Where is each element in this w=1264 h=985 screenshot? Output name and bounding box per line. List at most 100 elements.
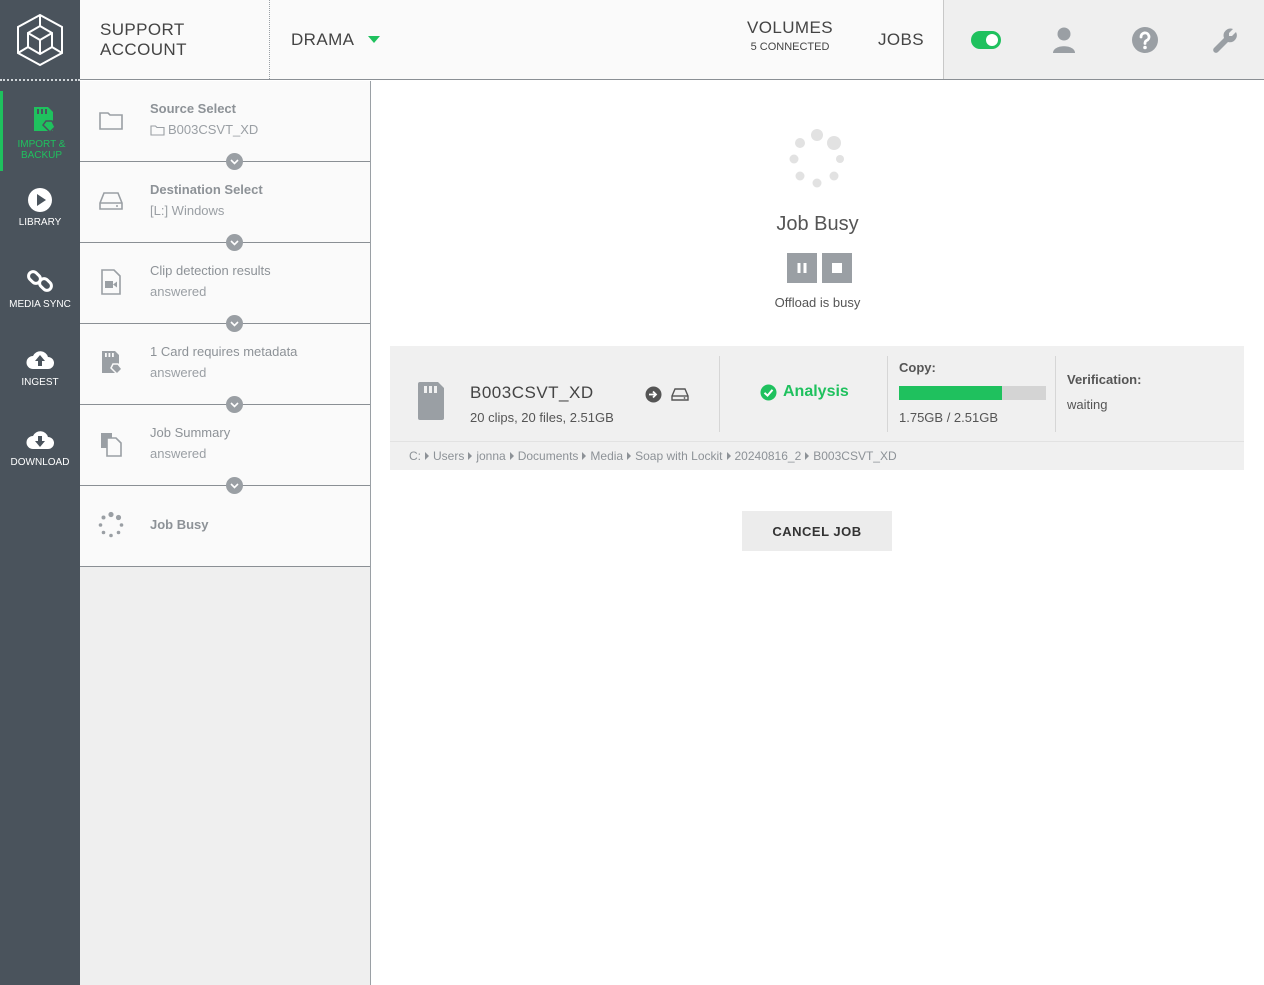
summary-icon — [96, 429, 126, 459]
source-name: B003CSVT_XD — [168, 122, 259, 137]
project-name: DRAMA — [291, 29, 355, 49]
chevron-right-icon — [726, 452, 731, 460]
step-subtitle: [L:] Windows — [150, 203, 225, 218]
step-title: Clip detection results — [150, 263, 271, 278]
copy-size: 1.75GB / 2.51GB — [899, 410, 999, 425]
step-source-select[interactable]: Source Select B003CSVT_XD — [80, 81, 370, 170]
cloud-download-icon — [26, 431, 54, 449]
verification-label: Verification: — [1067, 372, 1142, 387]
chevron-down-icon — [226, 153, 243, 170]
copy-progress-fill — [899, 386, 1002, 400]
project-dropdown[interactable]: DRAMA — [291, 0, 381, 79]
logo-divider — [0, 79, 80, 81]
column-divider — [719, 356, 720, 432]
folder-small-icon — [150, 124, 165, 136]
nav-label: INGEST — [21, 377, 59, 388]
chevron-right-icon — [509, 452, 514, 460]
nav-label: LIBRARY — [18, 217, 62, 228]
nav-media-sync[interactable]: MEDIA SYNC — [0, 253, 80, 333]
top-actions — [943, 0, 1264, 79]
breadcrumb-item[interactable]: Users — [433, 449, 464, 463]
step-destination-select[interactable]: Destination Select [L:] Windows — [80, 162, 370, 251]
step-subtitle: B003CSVT_XD — [150, 122, 258, 137]
sd-card-icon — [418, 382, 444, 420]
nav-import-backup[interactable]: IMPORT & BACKUP — [0, 91, 80, 171]
drive-icon — [96, 186, 126, 216]
sd-card-icon — [33, 107, 56, 134]
job-status-message: Offload is busy — [774, 295, 861, 310]
folder-icon — [96, 105, 126, 135]
breadcrumb-item[interactable]: C: — [409, 449, 421, 463]
toggle-icon[interactable] — [970, 24, 1002, 56]
analysis-label: Analysis — [783, 383, 849, 400]
step-card-metadata[interactable]: 1 Card requires metadata answered — [80, 324, 370, 413]
job-status-title: Job Busy — [776, 213, 859, 235]
arrow-right-circle-icon[interactable] — [645, 386, 662, 403]
copy-progress-bar — [899, 386, 1046, 400]
stop-button[interactable] — [822, 253, 852, 283]
play-icon — [28, 188, 52, 212]
column-divider — [887, 356, 888, 432]
step-clip-detection[interactable]: Clip detection results answered — [80, 243, 370, 332]
step-job-busy[interactable]: Job Busy — [80, 486, 370, 567]
step-subtitle: answered — [150, 365, 207, 380]
card-meta: 20 clips, 20 files, 2.51GB — [470, 410, 614, 425]
top-bar: SUPPORT ACCOUNT DRAMA VOLUMES 5 CONNECTE… — [80, 0, 1264, 80]
account-menu[interactable]: SUPPORT ACCOUNT — [80, 0, 270, 79]
chevron-down-icon — [368, 36, 381, 43]
offload-card: B003CSVT_XD 20 clips, 20 files, 2.51GB A… — [390, 346, 1244, 470]
card-tag-icon — [96, 348, 126, 378]
chevron-right-icon — [582, 452, 587, 460]
wrench-icon[interactable] — [1209, 24, 1241, 56]
step-title: Source Select — [150, 101, 236, 116]
chevron-down-icon — [226, 477, 243, 494]
sidebar: IMPORT & BACKUP LIBRARY MEDIA SYNC INGES… — [0, 0, 80, 985]
chevron-right-icon — [627, 452, 632, 460]
step-job-summary[interactable]: Job Summary answered — [80, 405, 370, 494]
cancel-job-button[interactable]: CANCEL JOB — [742, 511, 892, 551]
drive-icon[interactable] — [671, 387, 689, 402]
volumes-button[interactable]: VOLUMES 5 CONNECTED — [740, 18, 840, 53]
nav-label: MEDIA SYNC — [9, 299, 71, 310]
column-divider — [1055, 356, 1056, 432]
user-icon[interactable] — [1048, 24, 1080, 56]
breadcrumb-item[interactable]: 20240816_2 — [735, 449, 802, 463]
app-logo[interactable] — [0, 0, 80, 80]
nav-label: DOWNLOAD — [10, 457, 70, 468]
check-circle-icon — [760, 384, 777, 400]
step-subtitle: answered — [150, 284, 207, 299]
pause-button[interactable] — [787, 253, 817, 283]
cloud-upload-icon — [26, 351, 54, 369]
step-title: 1 Card requires metadata — [150, 344, 298, 359]
breadcrumb-item[interactable]: Documents — [518, 449, 579, 463]
volumes-count: 5 CONNECTED — [750, 41, 830, 53]
link-icon — [27, 270, 53, 292]
stop-icon — [832, 263, 842, 273]
jobs-button[interactable]: JOBS — [878, 0, 924, 79]
breadcrumb-item[interactable]: Media — [590, 449, 623, 463]
volumes-label: VOLUMES — [747, 18, 833, 37]
chevron-right-icon — [468, 452, 473, 460]
video-file-icon — [96, 267, 126, 297]
step-title: Destination Select — [150, 182, 263, 197]
workflow-steps: Source Select B003CSVT_XD Destination Se… — [80, 81, 371, 985]
hexagon-cube-icon — [17, 13, 63, 67]
nav-download[interactable]: DOWNLOAD — [0, 413, 80, 493]
step-subtitle: answered — [150, 446, 207, 461]
chevron-down-icon — [226, 315, 243, 332]
breadcrumb-item[interactable]: jonna — [476, 449, 505, 463]
step-title: Job Summary — [150, 425, 231, 440]
job-detail-panel: Job Busy Offload is busy B003CSVT_XD 20 … — [371, 81, 1264, 985]
spinner-icon — [96, 510, 126, 540]
nav-ingest[interactable]: INGEST — [0, 333, 80, 413]
card-name: B003CSVT_XD — [470, 383, 594, 402]
analysis-status: Analysis — [760, 383, 849, 401]
nav-label: IMPORT & BACKUP — [17, 139, 66, 161]
nav-library[interactable]: LIBRARY — [0, 173, 80, 253]
verification-status: waiting — [1067, 397, 1108, 412]
chevron-down-icon — [226, 396, 243, 413]
chevron-right-icon — [425, 452, 429, 460]
breadcrumb-item[interactable]: Soap with Lockit — [635, 449, 722, 463]
help-icon[interactable] — [1129, 24, 1161, 56]
breadcrumb-item[interactable]: B003CSVT_XD — [813, 449, 896, 463]
